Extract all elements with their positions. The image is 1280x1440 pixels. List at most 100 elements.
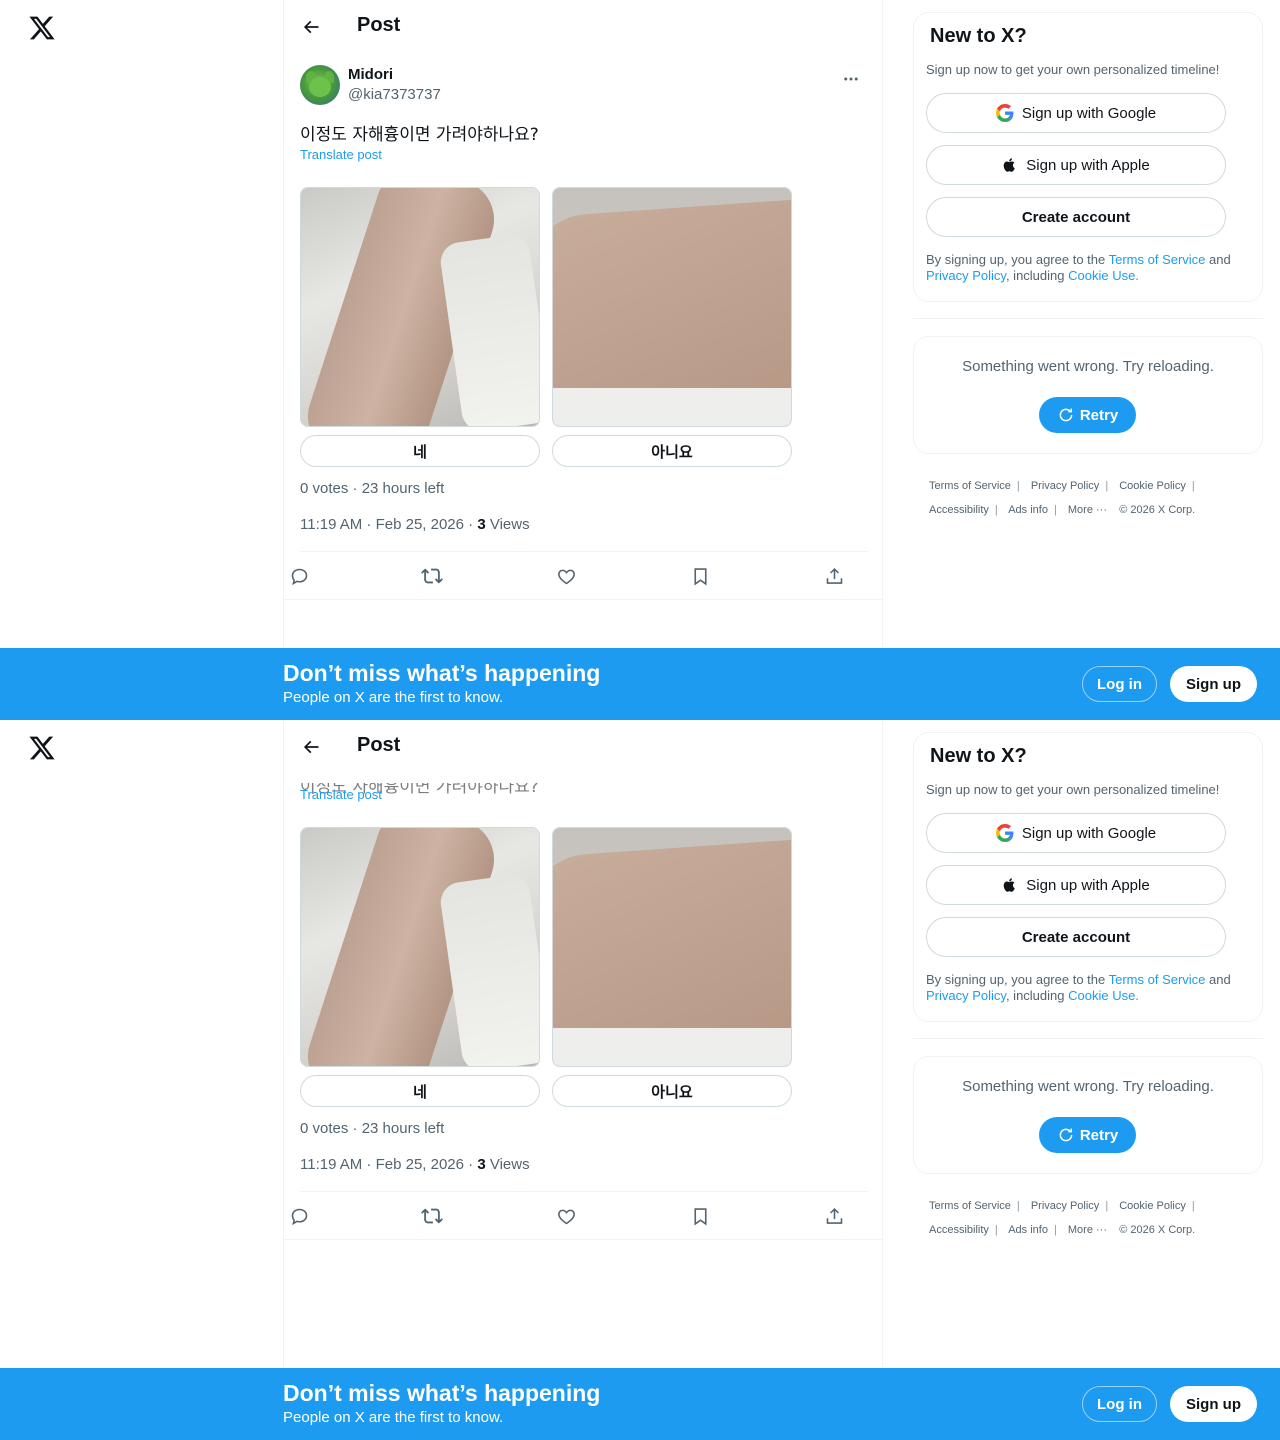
retry-button[interactable]: Retry	[1039, 397, 1136, 433]
footer-links: Terms of Service | Privacy Policy | Cookie…	[929, 480, 1196, 516]
terms-link[interactable]: Terms of Service	[1109, 252, 1206, 267]
signup-title: New to X?	[930, 25, 1027, 47]
signup-terms: By signing up, you agree to the Terms of…	[926, 972, 1231, 1003]
divider	[284, 599, 882, 600]
retry-label: Retry	[1079, 1126, 1119, 1144]
post-header: Post	[284, 720, 882, 773]
author-name[interactable]: Midori	[348, 66, 393, 83]
signup-google-button[interactable]: Sign up with Google	[926, 813, 1226, 853]
footer-more[interactable]: More ···	[1068, 1224, 1107, 1236]
error-card: Something went wrong. Try reloading. Ret…	[913, 1056, 1263, 1174]
like-icon	[557, 569, 575, 584]
banner-headline: Don’t miss what’s happening	[283, 660, 601, 686]
like-button[interactable]	[554, 1204, 578, 1228]
avatar[interactable]	[300, 65, 340, 105]
poll-option-no[interactable]: 아니요	[552, 435, 792, 467]
share-icon	[826, 1207, 842, 1224]
login-button[interactable]: Log in	[1082, 666, 1157, 702]
post-image-2[interactable]	[552, 187, 792, 427]
reply-button[interactable]	[287, 564, 311, 588]
bookmark-button[interactable]	[688, 1204, 712, 1228]
repost-button[interactable]	[420, 564, 444, 588]
post-image-2[interactable]	[552, 827, 792, 1067]
signup-button[interactable]: Sign up	[1170, 1386, 1257, 1422]
x-logo-icon[interactable]	[28, 14, 56, 42]
post-time[interactable]: 11:19 AM · Feb 25, 2026	[300, 516, 464, 533]
divider	[913, 318, 1263, 319]
apple-icon	[1002, 156, 1018, 174]
footer-cookie[interactable]: Cookie Policy	[1119, 1200, 1186, 1212]
create-account-button[interactable]: Create account	[926, 917, 1226, 957]
poll-option-yes[interactable]: 네	[300, 435, 540, 467]
retry-label: Retry	[1079, 406, 1119, 424]
post-image-1[interactable]	[300, 187, 540, 427]
post-actions	[291, 1191, 868, 1239]
signup-terms: By signing up, you agree to the Terms of…	[926, 252, 1231, 283]
create-account-button[interactable]: Create account	[926, 197, 1226, 237]
cookie-link[interactable]: Cookie Use.	[1068, 988, 1139, 1003]
arrow-left-icon	[303, 20, 319, 34]
signup-banner: Don’t miss what’s happening People on X …	[0, 1368, 1280, 1440]
error-message: Something went wrong. Try reloading.	[962, 358, 1214, 375]
x-logo-icon[interactable]	[28, 734, 56, 762]
footer-privacy[interactable]: Privacy Policy	[1031, 480, 1099, 492]
signup-apple-label: Sign up with Apple	[1026, 156, 1150, 174]
google-icon	[995, 104, 1014, 122]
banner-headline: Don’t miss what’s happening	[283, 1380, 601, 1406]
cookie-link[interactable]: Cookie Use.	[1068, 268, 1139, 283]
repost-icon	[421, 1208, 443, 1224]
translate-link[interactable]: Translate post	[300, 787, 382, 802]
share-button[interactable]	[822, 1204, 846, 1228]
footer-cookie[interactable]: Cookie Policy	[1119, 480, 1186, 492]
banner-subline: People on X are the first to know.	[283, 689, 504, 706]
google-icon	[995, 824, 1014, 842]
translate-link[interactable]: Translate post	[300, 147, 382, 162]
poll-option-no[interactable]: 아니요	[552, 1075, 792, 1107]
retry-button[interactable]: Retry	[1039, 1117, 1136, 1153]
signup-button[interactable]: Sign up	[1170, 666, 1257, 702]
footer-privacy[interactable]: Privacy Policy	[1031, 1200, 1099, 1212]
back-button[interactable]	[296, 732, 326, 762]
reply-button[interactable]	[287, 1204, 311, 1228]
bookmark-button[interactable]	[688, 564, 712, 588]
share-icon	[826, 567, 842, 584]
privacy-link[interactable]: Privacy Policy	[926, 268, 1006, 283]
login-button[interactable]: Log in	[1082, 1386, 1157, 1422]
signup-card: New to X? Sign up now to get your own pe…	[913, 732, 1263, 1022]
more-options-button[interactable]	[836, 64, 866, 94]
terms-link[interactable]: Terms of Service	[1109, 972, 1206, 987]
signup-apple-button[interactable]: Sign up with Apple	[926, 145, 1226, 185]
footer-accessibility[interactable]: Accessibility	[929, 1224, 989, 1236]
poll-status: 0 votes · 23 hours left	[300, 480, 445, 497]
arrow-left-icon	[303, 740, 319, 754]
post-image-1[interactable]	[300, 827, 540, 1067]
signup-banner: Don’t miss what’s happening People on X …	[0, 648, 1280, 720]
privacy-link[interactable]: Privacy Policy	[926, 988, 1006, 1003]
share-button[interactable]	[822, 564, 846, 588]
signup-google-label: Sign up with Google	[1021, 824, 1157, 842]
footer-copyright: © 2026 X Corp.	[1119, 504, 1196, 516]
repost-button[interactable]	[420, 1204, 444, 1228]
signup-google-button[interactable]: Sign up with Google	[926, 93, 1226, 133]
back-button[interactable]	[296, 12, 326, 42]
error-message: Something went wrong. Try reloading.	[962, 1078, 1214, 1095]
post-time[interactable]: 11:19 AM · Feb 25, 2026	[300, 1156, 464, 1173]
views-count: 3	[477, 1156, 486, 1173]
banner-subline: People on X are the first to know.	[283, 1409, 504, 1426]
divider	[913, 1038, 1263, 1039]
footer-ads[interactable]: Ads info	[1008, 504, 1048, 516]
footer-accessibility[interactable]: Accessibility	[929, 504, 989, 516]
like-button[interactable]	[554, 564, 578, 588]
author-handle[interactable]: @kia7373737	[348, 86, 441, 103]
poll-option-yes[interactable]: 네	[300, 1075, 540, 1107]
signup-apple-button[interactable]: Sign up with Apple	[926, 865, 1226, 905]
views-label: Views	[485, 1156, 530, 1173]
footer-terms[interactable]: Terms of Service	[929, 480, 1011, 492]
footer-more[interactable]: More ···	[1068, 504, 1107, 516]
screen-bottom: Post 이정도 자해흉이면 가려야하나요? 이정도 자해흉이면 가려야하나요?…	[0, 720, 1280, 1440]
footer-ads[interactable]: Ads info	[1008, 1224, 1048, 1236]
post-actions	[291, 551, 868, 599]
bookmark-icon	[693, 567, 707, 585]
screen-top: Post Midori @kia7373737 이정도 자해흉이면 가려야하나요…	[0, 0, 1280, 720]
footer-terms[interactable]: Terms of Service	[929, 1200, 1011, 1212]
